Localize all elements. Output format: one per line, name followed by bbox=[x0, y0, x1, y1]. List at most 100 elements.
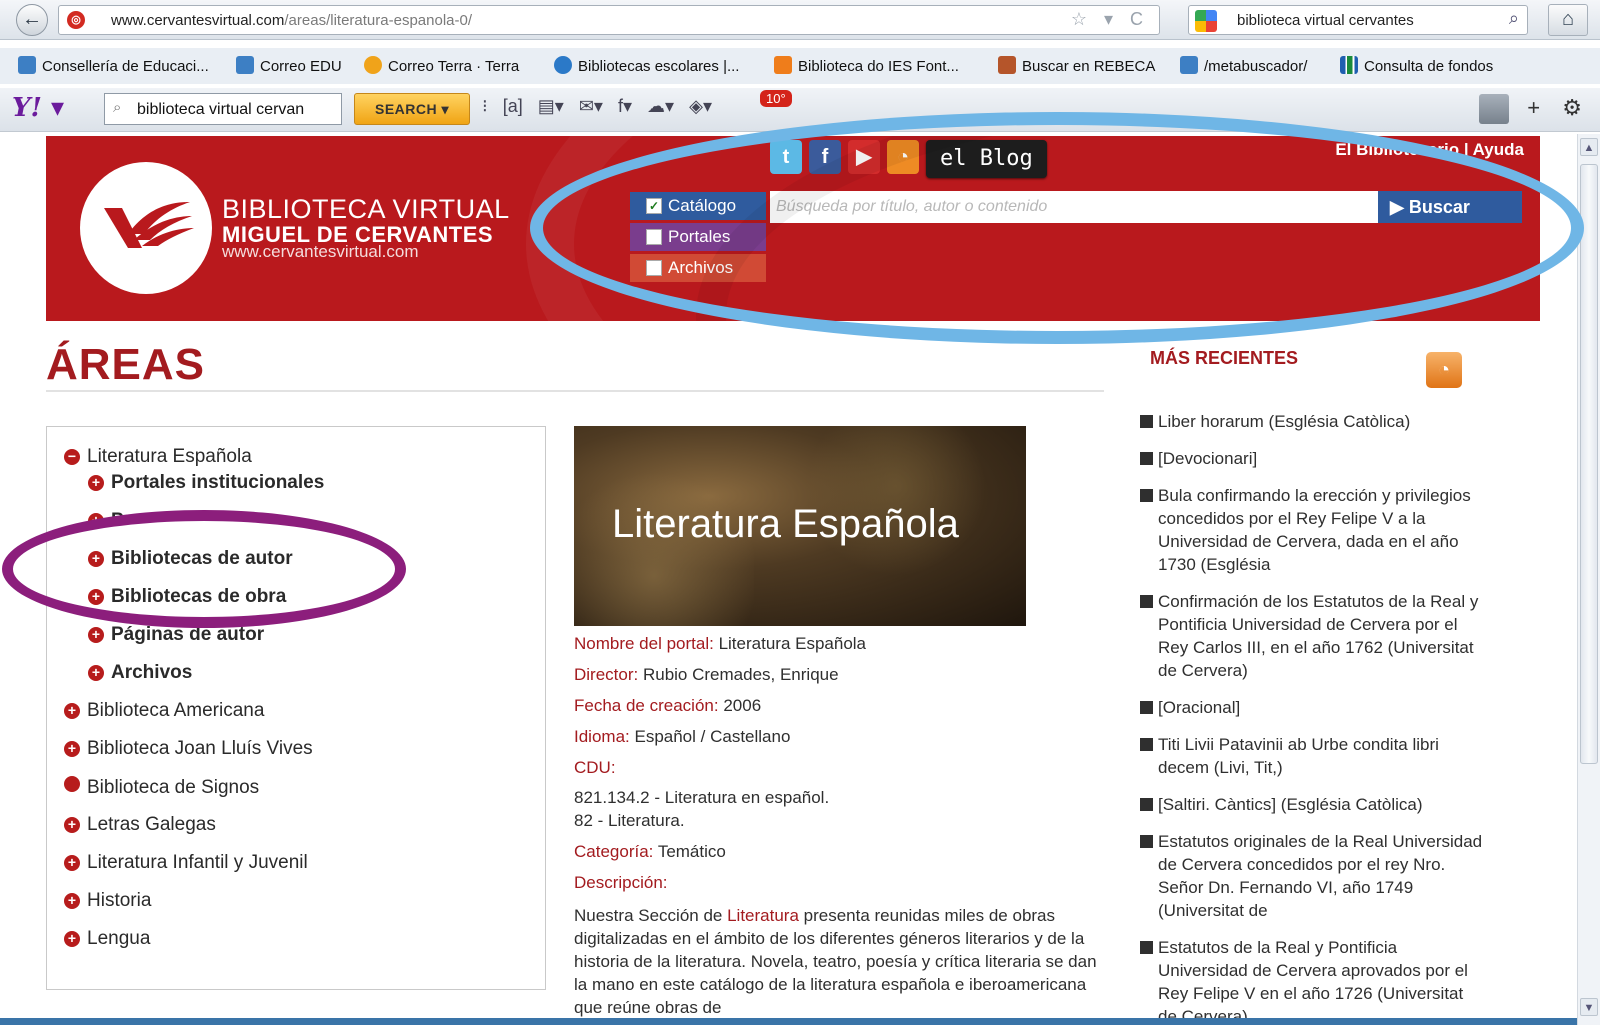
recent-item[interactable]: [Saltiri. Càntics] (Església Catòlica) bbox=[1140, 793, 1485, 816]
portal-category: Categoría: Temático bbox=[574, 842, 726, 861]
browser-search-text: biblioteca virtual cervantes bbox=[1237, 12, 1414, 29]
nav-item-biblioteca-americana[interactable]: + Biblioteca Americana bbox=[64, 700, 264, 722]
portal-language: Idioma: Español / Castellano bbox=[574, 727, 791, 746]
nav-item-archivos[interactable]: + Archivos bbox=[88, 662, 192, 684]
bookmark-item[interactable]: Consulta de fondos bbox=[1340, 56, 1493, 75]
nav-item-letras-galegas[interactable]: + Letras Galegas bbox=[64, 814, 216, 836]
bookmark-star-icon[interactable]: ☆ ▾ C bbox=[1071, 9, 1149, 30]
bookmark-favicon-icon bbox=[18, 56, 36, 74]
scroll-down-icon[interactable]: ▼ bbox=[1580, 998, 1598, 1016]
bullet-square-icon bbox=[1140, 452, 1153, 465]
yahoo-search-input[interactable]: ⌕ biblioteca virtual cervan bbox=[104, 93, 342, 125]
brand-line-1: BIBLIOTECA VIRTUAL bbox=[222, 194, 510, 224]
bookmark-item[interactable]: Buscar en REBECA bbox=[998, 56, 1155, 75]
plus-icon[interactable]: + bbox=[1527, 95, 1540, 120]
url-text: www.cervantesvirtual.com/areas/literatur… bbox=[111, 12, 472, 29]
clipboard-icon[interactable]: ▤▾ bbox=[538, 96, 564, 117]
recent-item[interactable]: [Oracional] bbox=[1140, 696, 1485, 719]
bullet-plus-icon: + bbox=[64, 703, 80, 719]
bullet-square-icon bbox=[1140, 489, 1153, 502]
portal-hero-image[interactable]: Literatura Española bbox=[574, 426, 1026, 626]
gear-icon[interactable]: ⚙ bbox=[1562, 95, 1582, 120]
nav-item-literatura-espanola[interactable]: − Literatura Española bbox=[64, 446, 252, 468]
yahoo-search-value: biblioteca virtual cervan bbox=[137, 101, 305, 118]
bullet-dot-icon bbox=[64, 776, 80, 792]
bullet-square-icon bbox=[1140, 835, 1153, 848]
google-icon bbox=[1195, 10, 1217, 32]
nav-item-literatura-infantil[interactable]: + Literatura Infantil y Juvenil bbox=[64, 852, 308, 874]
portal-date: Fecha de creación: 2006 bbox=[574, 696, 762, 715]
portal-name: Nombre del portal: Literatura Española bbox=[574, 634, 867, 653]
bullet-plus-icon: + bbox=[64, 817, 80, 833]
nav-item-historia[interactable]: + Historia bbox=[64, 890, 151, 912]
bookmark-item[interactable]: Consellería de Educaci... bbox=[18, 56, 209, 75]
yahoo-logo-icon[interactable]: Y! ▾ bbox=[12, 93, 68, 123]
amazon-icon[interactable]: [a] bbox=[503, 96, 523, 117]
recent-item[interactable]: Confirmación de los Estatutos de la Real… bbox=[1140, 590, 1485, 682]
magnifier-icon[interactable]: ⌕ bbox=[1509, 8, 1519, 29]
recent-item[interactable]: Titi Livii Patavinii ab Urbe condita lib… bbox=[1140, 733, 1485, 779]
home-button[interactable]: ⌂ bbox=[1548, 4, 1588, 36]
bookmark-favicon-icon bbox=[1180, 56, 1198, 74]
yahoo-search-button[interactable]: SEARCH ▾ bbox=[354, 93, 470, 125]
bullet-minus-icon: − bbox=[64, 449, 80, 465]
mail-icon[interactable]: ✉▾ bbox=[579, 96, 603, 117]
nav-item-joan-lluis-vives[interactable]: + Biblioteca Joan Lluís Vives bbox=[64, 738, 313, 760]
back-button[interactable]: ← bbox=[16, 4, 48, 36]
recent-item[interactable]: Estatutos de la Real y Pontificia Univer… bbox=[1140, 936, 1485, 1025]
recent-item[interactable]: Bula confirmando la erección y privilegi… bbox=[1140, 484, 1485, 576]
nav-item-biblioteca-signos[interactable]: Biblioteca de Signos bbox=[64, 776, 259, 799]
bookmark-item[interactable]: Correo Terra · Terra bbox=[364, 56, 519, 75]
address-bar[interactable]: ◎ www.cervantesvirtual.com/areas/literat… bbox=[58, 5, 1160, 35]
recent-item[interactable]: [Devocionari] bbox=[1140, 447, 1485, 470]
portal-cdu-values: 821.134.2 - Literatura en español. 82 - … bbox=[574, 788, 830, 830]
bullet-square-icon bbox=[1140, 701, 1153, 714]
separator-icon: ⁝ bbox=[482, 96, 488, 116]
portal-description-label: Descripción: bbox=[574, 873, 668, 892]
yahoo-tool-icons[interactable]: ⁝ [a] ▤▾ ✉▾ f▾ ☁▾ ◈▾ bbox=[482, 96, 722, 117]
facebook-toolbar-icon[interactable]: f▾ bbox=[618, 96, 632, 117]
recent-item[interactable]: Liber horarum (Església Catòlica) bbox=[1140, 410, 1485, 433]
bullet-plus-icon: + bbox=[64, 931, 80, 947]
scroll-up-icon[interactable]: ▲ bbox=[1580, 138, 1598, 156]
cervantes-logo-icon[interactable] bbox=[80, 162, 212, 294]
rss-icon[interactable]: ◔ bbox=[1426, 352, 1462, 388]
browser-search-bar[interactable]: biblioteca virtual cervantes ⌕ bbox=[1188, 5, 1528, 35]
bookmark-favicon-icon bbox=[554, 56, 572, 74]
bookmark-item[interactable]: Biblioteca do IES Font... bbox=[774, 56, 959, 75]
page-title: ÁREAS bbox=[46, 340, 206, 389]
brand-url[interactable]: www.cervantesvirtual.com bbox=[222, 242, 419, 262]
bookmark-favicon-icon bbox=[1340, 56, 1358, 74]
bullet-plus-icon: + bbox=[64, 893, 80, 909]
vertical-scrollbar[interactable]: ▲ ▼ bbox=[1577, 134, 1600, 1025]
bottom-status-bar bbox=[0, 1018, 1577, 1025]
recent-title: MÁS RECIENTES bbox=[1150, 348, 1299, 368]
list-icon[interactable] bbox=[1479, 94, 1510, 124]
bullet-plus-icon: + bbox=[64, 855, 80, 871]
bookmark-item[interactable]: /metabuscador/ bbox=[1180, 56, 1307, 75]
extra-tool-icon[interactable]: ◈▾ bbox=[689, 96, 712, 117]
nav-item-portales-institucionales[interactable]: + Portales institucionales bbox=[88, 472, 324, 494]
bookmark-favicon-icon bbox=[998, 56, 1016, 74]
weather-icon[interactable]: ☁▾ bbox=[647, 96, 674, 117]
bullet-square-icon bbox=[1140, 595, 1153, 608]
scroll-thumb[interactable] bbox=[1580, 164, 1598, 764]
bullet-square-icon bbox=[1140, 415, 1153, 428]
recent-item[interactable]: Estatutos originales de la Real Universi… bbox=[1140, 830, 1485, 922]
bookmark-favicon-icon bbox=[774, 56, 792, 74]
annotation-ellipse-search bbox=[530, 112, 1584, 344]
bookmark-item[interactable]: Bibliotecas escolares |... bbox=[554, 56, 739, 75]
weather-temperature: 10° bbox=[760, 90, 792, 107]
hero-title: Literatura Española bbox=[612, 502, 959, 546]
magnifier-icon: ⌕ bbox=[113, 99, 122, 116]
bullet-square-icon bbox=[1140, 738, 1153, 751]
bullet-square-icon bbox=[1140, 941, 1153, 954]
bookmark-favicon-icon bbox=[364, 56, 382, 74]
bookmark-item[interactable]: Correo EDU bbox=[236, 56, 342, 75]
browser-navigation-bar: ← ◎ www.cervantesvirtual.com/areas/liter… bbox=[0, 0, 1600, 40]
back-arrow-icon: ← bbox=[22, 8, 42, 30]
portal-cdu-label: CDU: bbox=[574, 758, 616, 777]
nav-item-lengua[interactable]: + Lengua bbox=[64, 928, 150, 950]
bookmarks-bar: Consellería de Educaci... Correo EDU Cor… bbox=[0, 48, 1600, 84]
literatura-link[interactable]: Literatura bbox=[727, 906, 799, 925]
